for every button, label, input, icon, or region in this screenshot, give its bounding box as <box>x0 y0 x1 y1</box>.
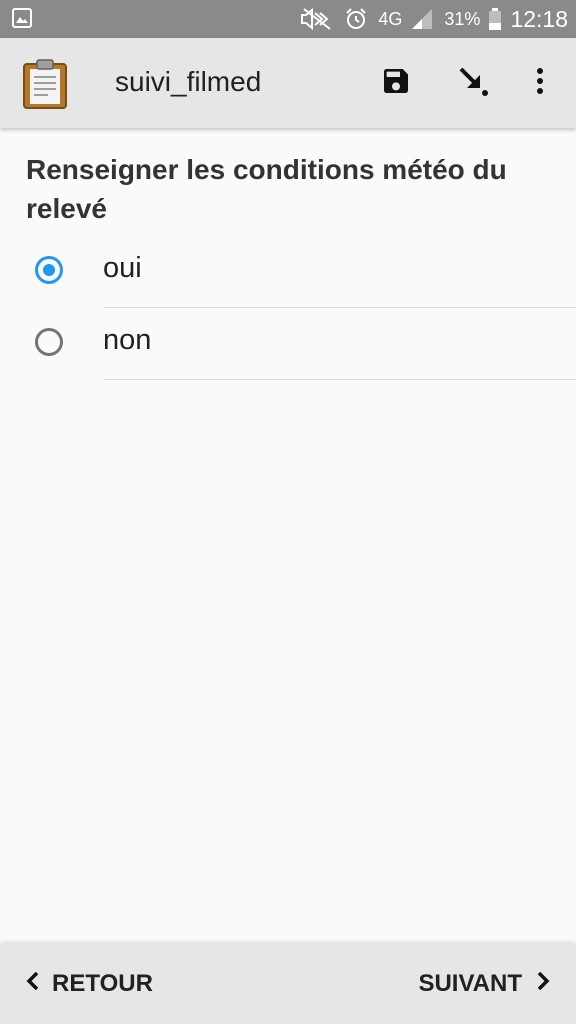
chevron-left-icon <box>26 970 40 998</box>
gallery-icon <box>12 8 32 28</box>
battery-icon <box>488 7 502 31</box>
network-type: 4G <box>378 8 403 29</box>
back-button[interactable]: RETOUR <box>26 970 153 998</box>
radio-dot <box>43 264 55 276</box>
go-to-button[interactable] <box>453 63 493 103</box>
save-icon <box>380 65 412 102</box>
back-label: RETOUR <box>52 970 153 997</box>
option-label: non <box>103 324 152 356</box>
save-button[interactable] <box>376 63 416 103</box>
signal-icon <box>410 7 434 31</box>
status-bar: 4G 31% 12:18 <box>0 0 576 38</box>
option-label: oui <box>103 252 142 284</box>
radio-button-checked[interactable] <box>35 256 63 284</box>
next-button[interactable]: SUIVANT <box>418 970 550 998</box>
screen: 4G 31% 12:18 suivi_filmed Renseigner les… <box>0 0 576 1024</box>
radio-button-unchecked[interactable] <box>35 328 63 356</box>
app-bar: suivi_filmed <box>0 38 576 128</box>
app-title: suivi_filmed <box>115 66 262 97</box>
bottom-nav-bar: RETOUR SUIVANT <box>0 944 576 1024</box>
chevron-right-icon <box>536 970 550 998</box>
question-label: Renseigner les conditions météo du relev… <box>26 154 507 224</box>
more-vert-icon <box>536 67 544 100</box>
option-non[interactable]: non <box>0 308 576 380</box>
clipboard-icon <box>22 58 68 110</box>
clock: 12:18 <box>510 5 568 32</box>
go-to-icon <box>456 64 490 103</box>
battery-percent: 31% <box>444 8 481 29</box>
mute-icon <box>300 7 334 31</box>
divider <box>103 379 576 380</box>
alarm-icon <box>344 7 368 31</box>
option-oui[interactable]: oui <box>0 236 576 308</box>
overflow-menu-button[interactable] <box>520 63 560 103</box>
next-label: SUIVANT <box>418 970 522 997</box>
